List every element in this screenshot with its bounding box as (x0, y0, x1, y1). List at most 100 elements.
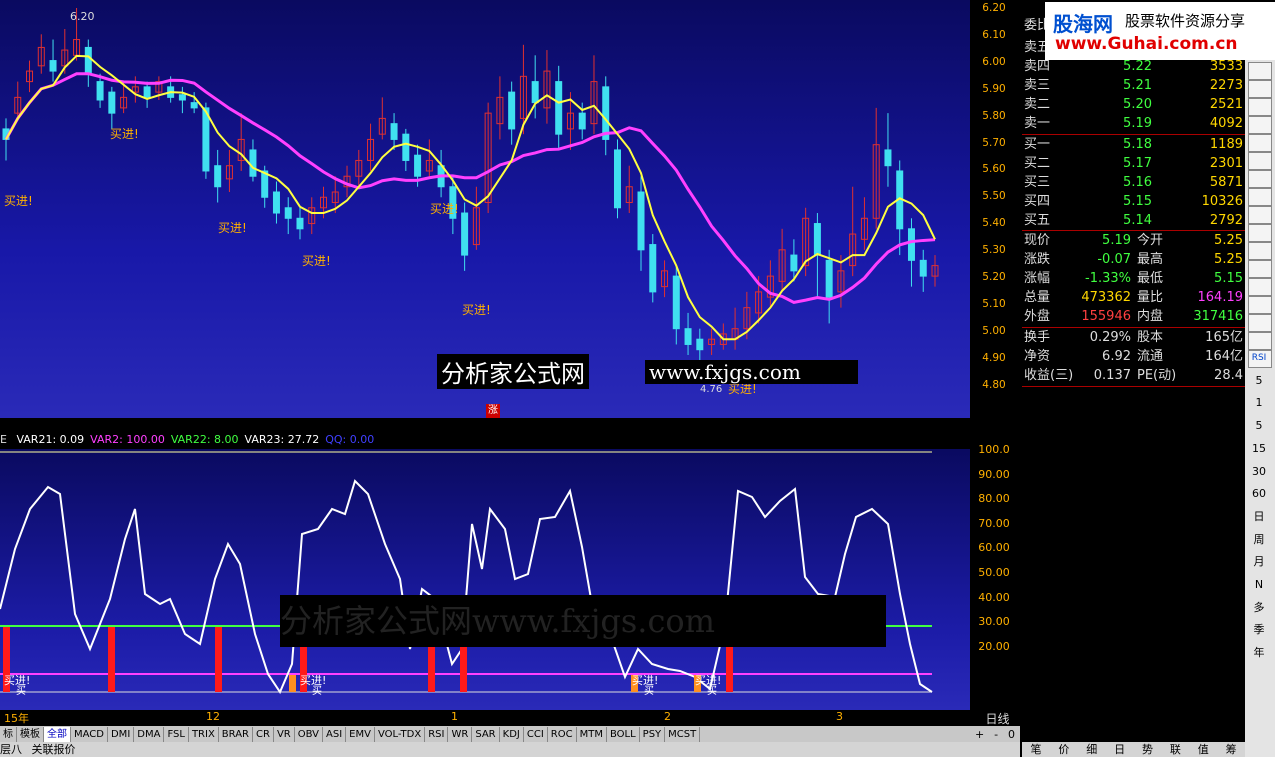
tab-psy[interactable]: PSY (640, 726, 666, 742)
side-toolbar[interactable]: RSI 5 1 5 15 30 60 日周月 N 多季年 (1245, 60, 1275, 757)
quote-tab[interactable]: 值 (1198, 742, 1209, 757)
toolbar-button-0[interactable]: RSI (1248, 350, 1270, 366)
candle[interactable] (249, 139, 257, 182)
toolbar-button-3[interactable]: 5 (1248, 418, 1270, 434)
toolbar-button-2[interactable]: 1 (1248, 395, 1270, 411)
toolbar-button-10[interactable]: N (1248, 577, 1270, 593)
tab-模板[interactable]: 模板 (17, 726, 44, 742)
zoom-button[interactable]: + (975, 728, 984, 741)
tab-dmi[interactable]: DMI (108, 726, 135, 742)
quote-tab[interactable]: 日 (1114, 742, 1125, 757)
toolbar-icon[interactable] (1248, 278, 1272, 296)
indicator-tabs[interactable]: 标模板 全部 MACD DMI DMA FSL TRIX BRAR CR VR OBV ASI EMV V… (0, 726, 1020, 742)
candle[interactable] (355, 149, 363, 187)
candle[interactable] (461, 202, 469, 271)
candle[interactable] (637, 176, 645, 271)
candle[interactable] (896, 160, 904, 256)
tab-wr[interactable]: WR (448, 726, 473, 742)
candle[interactable] (402, 128, 410, 171)
tab-asi[interactable]: ASI (323, 726, 347, 742)
related-quote-tab[interactable]: 关联报价 (32, 743, 76, 756)
toolbar-icon[interactable] (1248, 242, 1272, 260)
toolbar-button-4[interactable]: 15 (1248, 441, 1270, 457)
zoom-controls[interactable]: + -0 (970, 726, 1020, 742)
candle[interactable] (178, 86, 186, 114)
candle[interactable] (14, 81, 22, 119)
quote-tab[interactable]: 筹 (1226, 742, 1237, 757)
toolbar-button-11[interactable]: 多 (1248, 600, 1270, 616)
candle[interactable] (625, 165, 633, 214)
tab-mcst[interactable]: MCST (665, 726, 701, 742)
toolbar-button-9[interactable]: 月 (1248, 554, 1270, 570)
tab-dma[interactable]: DMA (134, 726, 165, 742)
toolbar-icon[interactable] (1248, 80, 1272, 98)
candle[interactable] (296, 207, 304, 240)
candle[interactable] (225, 149, 233, 192)
candle[interactable] (543, 50, 551, 124)
indicator-svg[interactable]: 买进!买买进!买买进!买买进!买 (0, 449, 970, 710)
tab-cr[interactable]: CR (253, 726, 274, 742)
candle[interactable] (649, 234, 657, 303)
toolbar-icon[interactable] (1248, 224, 1272, 242)
toolbar-button-8[interactable]: 周 (1248, 532, 1270, 548)
candle[interactable] (907, 218, 915, 287)
candle[interactable] (367, 123, 375, 171)
candle[interactable] (931, 255, 939, 287)
tab-cci[interactable]: CCI (524, 726, 548, 742)
candle[interactable] (343, 165, 351, 198)
candle[interactable] (684, 312, 692, 355)
candle[interactable] (778, 228, 786, 292)
quote-tab[interactable]: 细 (1086, 742, 1097, 757)
candle[interactable] (425, 139, 433, 177)
zoom-button[interactable]: 0 (1008, 728, 1015, 741)
toolbar-icon[interactable] (1248, 206, 1272, 224)
candle[interactable] (872, 107, 880, 229)
tab-trix[interactable]: TRIX (189, 726, 219, 742)
toolbar-button-1[interactable]: 5 (1248, 373, 1270, 389)
toolbar-icon[interactable] (1248, 116, 1272, 134)
candle[interactable] (661, 260, 669, 298)
candle[interactable] (272, 181, 280, 224)
candle[interactable] (496, 76, 504, 140)
candle[interactable] (378, 97, 386, 140)
candle[interactable] (884, 113, 892, 187)
toolbar-icon[interactable] (1248, 170, 1272, 188)
candle[interactable] (84, 39, 92, 87)
candle[interactable] (731, 307, 739, 350)
candle[interactable] (708, 328, 716, 355)
toolbar-icon[interactable] (1248, 98, 1272, 116)
tab-boll[interactable]: BOLL (607, 726, 640, 742)
quote-tab[interactable]: 势 (1142, 742, 1153, 757)
toolbar-icon[interactable] (1248, 260, 1272, 278)
toolbar-icon[interactable] (1248, 134, 1272, 152)
candle[interactable] (37, 34, 45, 74)
candle[interactable] (672, 265, 680, 345)
indicator-chart[interactable]: 买进! 买买进! 买买进! 买买进! 买 分析家公式网www.fxjgs.com (0, 449, 970, 710)
tab-fsl[interactable]: FSL (164, 726, 189, 742)
candle[interactable] (555, 65, 563, 150)
toolbar-button-5[interactable]: 30 (1248, 464, 1270, 480)
toolbar-icon[interactable] (1248, 152, 1272, 170)
zoom-button[interactable]: - (994, 728, 998, 741)
toolbar-icon[interactable] (1248, 296, 1272, 314)
candle[interactable] (860, 197, 868, 250)
tab-kdj[interactable]: KDJ (500, 726, 524, 742)
candle[interactable] (472, 186, 480, 250)
toolbar-icon[interactable] (1248, 188, 1272, 206)
tab-obv[interactable]: OBV (295, 726, 323, 742)
quote-tab[interactable]: 笔 (1030, 742, 1041, 757)
candle[interactable] (237, 113, 245, 171)
tab-macd[interactable]: MACD (71, 726, 108, 742)
tab-vr[interactable]: VR (274, 726, 295, 742)
candle[interactable] (613, 139, 621, 219)
candle[interactable] (390, 113, 398, 150)
candle[interactable] (308, 197, 316, 235)
quote-tab[interactable]: 联 (1170, 742, 1181, 757)
toolbar-button-6[interactable]: 60 (1248, 486, 1270, 502)
candle[interactable] (590, 55, 598, 135)
candle[interactable] (108, 86, 116, 129)
candle[interactable] (214, 149, 222, 203)
tab-标[interactable]: 标 (0, 726, 17, 742)
candle[interactable] (26, 60, 34, 93)
toolbar-icon[interactable] (1248, 62, 1272, 80)
